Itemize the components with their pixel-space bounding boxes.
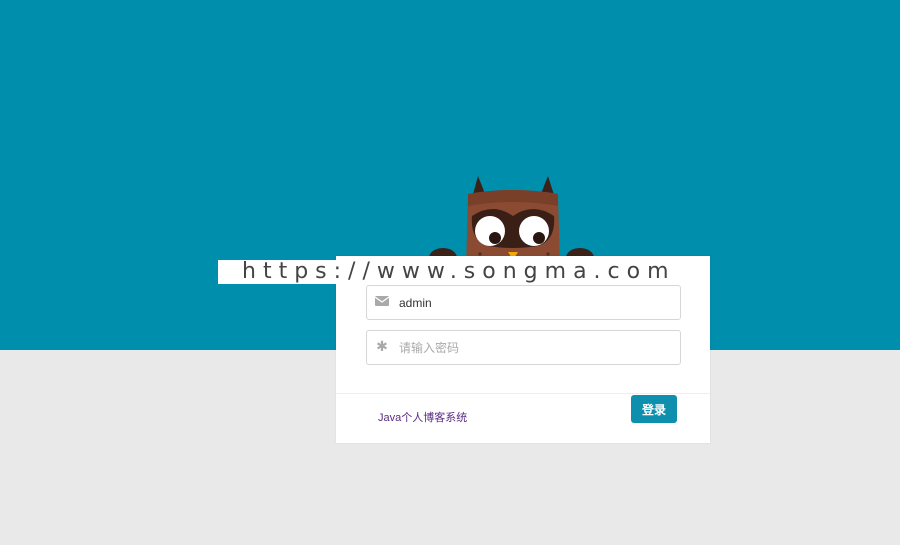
blog-system-link[interactable]: Java个人博客系统 [378,409,467,425]
asterisk-icon: ✱ [376,339,388,355]
password-input[interactable] [399,331,669,364]
login-button[interactable]: 登录 [631,395,677,423]
card-divider [336,393,710,394]
password-field[interactable]: ✱ [366,330,681,365]
username-input[interactable] [399,286,669,319]
owl-mascot-icon [429,176,594,268]
envelope-icon [374,295,390,309]
watermark-text: https://www.songma.com [242,260,676,284]
login-card: ✱ Java个人博客系统 登录 [336,256,710,443]
username-field[interactable] [366,285,681,320]
